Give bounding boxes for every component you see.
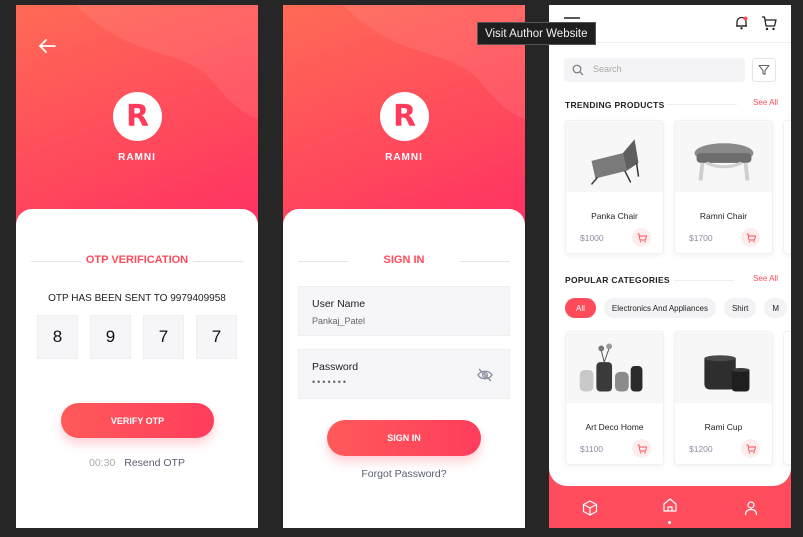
cart-icon: [637, 233, 647, 242]
forgot-password-link[interactable]: Forgot Password?: [283, 468, 525, 480]
brand-logo: R: [113, 92, 162, 141]
filter-icon: [758, 64, 770, 76]
add-to-cart-button[interactable]: [741, 439, 760, 458]
trending-see-all-link[interactable]: See All: [753, 98, 778, 107]
product-price: $1100: [580, 444, 604, 454]
product-card[interactable]: Ramni Chair $1700: [674, 120, 773, 254]
cart-icon: [746, 233, 756, 242]
resend-timer: 00:30: [89, 457, 116, 469]
otp-digit-input[interactable]: 8: [37, 315, 78, 359]
brand-name: RAMNI: [385, 152, 423, 163]
signin-card: SIGN IN User Name Pankaj_Patel Password …: [283, 209, 525, 528]
username-label: User Name: [312, 298, 366, 310]
category-chip-shirt[interactable]: Shirt: [723, 298, 757, 318]
product-price: $1200: [689, 444, 713, 454]
resend-otp-link[interactable]: Resend OTP: [124, 457, 185, 469]
verify-otp-button[interactable]: VERIFY OTP: [61, 403, 214, 438]
divider: [674, 280, 734, 281]
box-icon[interactable]: [582, 500, 598, 516]
cup-image: [675, 332, 772, 404]
add-to-cart-button[interactable]: [632, 228, 651, 247]
product-card[interactable]: Rami Cup $1200: [674, 331, 773, 465]
bottom-nav: [549, 486, 791, 528]
vase-image: [566, 332, 663, 404]
cart-icon[interactable]: [761, 15, 777, 31]
cart-icon: [637, 444, 647, 453]
filter-button[interactable]: [752, 58, 776, 82]
categories-title: POPULAR CATEGORIES: [565, 275, 670, 285]
add-to-cart-button[interactable]: [741, 228, 760, 247]
home-icon[interactable]: [662, 497, 678, 513]
divider: [667, 104, 737, 105]
cart-icon: [746, 444, 756, 453]
password-value: •••••••: [312, 377, 349, 387]
brand-logo: R: [380, 92, 429, 141]
search-icon: [572, 64, 584, 76]
product-price: $1000: [580, 233, 604, 243]
search-placeholder: Search: [593, 64, 622, 74]
back-arrow-icon[interactable]: [36, 35, 58, 57]
eye-off-icon[interactable]: [476, 366, 494, 384]
signin-screen: R RAMNI SIGN IN User Name Pankaj_Patel P…: [283, 5, 525, 528]
signin-title: SIGN IN: [283, 254, 525, 266]
product-name: Rami Cup: [704, 422, 743, 432]
otp-title: OTP VERIFICATION: [16, 254, 258, 266]
product-card[interactable]: [783, 331, 791, 465]
category-chips: All Electronics And Appliances Shirt M: [565, 298, 788, 318]
user-icon[interactable]: [743, 500, 759, 516]
username-value: Pankaj_Patel: [312, 316, 366, 326]
search-input[interactable]: Search: [564, 58, 745, 82]
otp-digit-input[interactable]: 7: [196, 315, 237, 359]
trending-title: TRENDING PRODUCTS: [565, 100, 665, 110]
otp-digit-input[interactable]: 7: [143, 315, 184, 359]
category-chip-all[interactable]: All: [565, 298, 596, 318]
active-indicator: [668, 521, 671, 524]
password-label: Password: [312, 361, 359, 373]
chair-image: [675, 121, 772, 193]
bell-icon[interactable]: [734, 15, 749, 30]
otp-screen: R RAMNI OTP VERIFICATION OTP HAS BEEN SE…: [16, 5, 258, 528]
categories-see-all-link[interactable]: See All: [753, 274, 778, 283]
product-card[interactable]: Panka Chair $1000: [565, 120, 664, 254]
signin-button[interactable]: SIGN IN: [327, 420, 481, 456]
category-chip-electronics[interactable]: Electronics And Appliances: [603, 298, 716, 318]
password-field[interactable]: Password •••••••: [298, 349, 510, 399]
shop-screen: Search TRENDING PRODUCTS See All Panka C…: [549, 5, 791, 528]
username-field[interactable]: User Name Pankaj_Patel: [298, 286, 510, 336]
product-name: Panka Chair: [591, 211, 638, 221]
resend-row: 00:30 Resend OTP: [16, 457, 258, 469]
product-price: $1700: [689, 233, 713, 243]
category-chip-more[interactable]: M: [764, 298, 788, 318]
chair-image: [566, 121, 663, 193]
shop-content: Search TRENDING PRODUCTS See All Panka C…: [549, 5, 791, 486]
otp-input-row: 8 9 7 7: [37, 315, 237, 359]
otp-card: OTP VERIFICATION OTP HAS BEEN SENT TO 99…: [16, 209, 258, 528]
product-name: Ramni Chair: [699, 211, 748, 221]
otp-message: OTP HAS BEEN SENT TO 9979409958: [48, 293, 226, 304]
otp-digit-input[interactable]: 9: [90, 315, 131, 359]
author-tooltip[interactable]: Visit Author Website: [477, 22, 596, 45]
product-card[interactable]: Art Deco Home $1100: [565, 331, 664, 465]
add-to-cart-button[interactable]: [632, 439, 651, 458]
brand-name: RAMNI: [118, 152, 156, 163]
product-name: Art Deco Home: [585, 422, 644, 432]
product-card[interactable]: [783, 120, 791, 254]
